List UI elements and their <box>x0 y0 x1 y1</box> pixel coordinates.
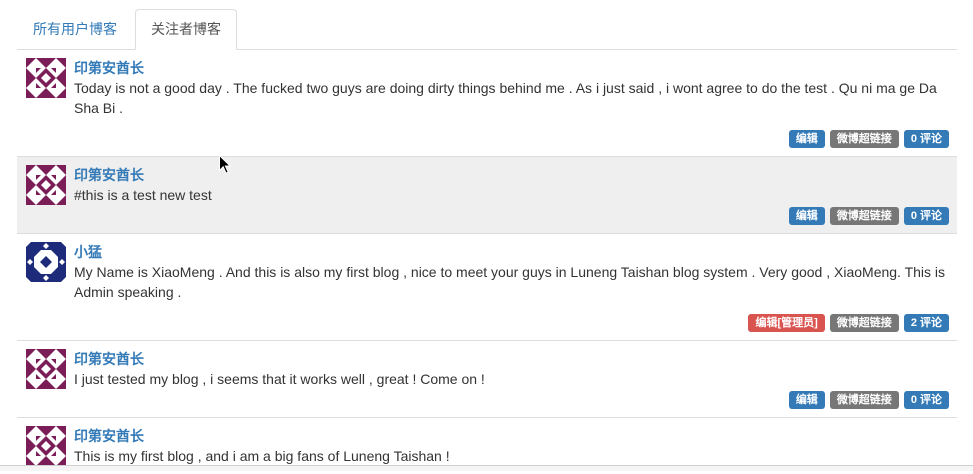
post-body: 印第安酋长 Today is not a good day . The fuck… <box>74 58 949 128</box>
blog-post: 小猛 My Name is XiaoMeng . And this is als… <box>17 233 957 340</box>
post-text: I just tested my blog , i seems that it … <box>74 371 485 387</box>
identicon-maroon-avatar <box>26 165 66 205</box>
post-body: 小猛 My Name is XiaoMeng . And this is als… <box>74 242 949 312</box>
edit-button[interactable]: 编辑 <box>788 391 825 409</box>
post-actions: 编辑 微博超链接 0 评论 <box>26 130 949 148</box>
post-media: 小猛 My Name is XiaoMeng . And this is als… <box>26 242 949 312</box>
post-text: Today is not a good day . The fucked two… <box>74 80 937 116</box>
post-media: 印第安酋长 #this is a test new test <box>26 165 949 205</box>
identicon-maroon-avatar <box>26 349 66 389</box>
arrow-cursor-icon <box>219 155 231 174</box>
post-actions: 编辑[管理员] 微博超链接 2 评论 <box>26 314 949 332</box>
edit-button[interactable]: 编辑 <box>788 130 825 148</box>
weibo-link-button[interactable]: 微博超链接 <box>829 130 899 148</box>
weibo-link-button[interactable]: 微博超链接 <box>829 314 899 332</box>
post-body: 印第安酋长 #this is a test new test <box>74 165 949 205</box>
blog-post: 印第安酋长 I just tested my blog , i seems th… <box>17 340 957 417</box>
post-body: 印第安酋长 I just tested my blog , i seems th… <box>74 349 949 389</box>
post-text: My Name is XiaoMeng . And this is also m… <box>74 264 946 300</box>
comments-button[interactable]: 0 评论 <box>903 130 949 148</box>
blog-post: 印第安酋长 Today is not a good day . The fuck… <box>17 50 957 156</box>
blog-tabs: 所有用户博客 关注者博客 <box>17 0 957 50</box>
bottom-bar <box>0 465 973 471</box>
post-actions: 编辑 微博超链接 0 评论 <box>26 207 949 225</box>
identicon-navy-avatar <box>26 242 66 282</box>
post-media: 印第安酋长 I just tested my blog , i seems th… <box>26 349 949 389</box>
post-media: 印第安酋长 This is my first blog , and i am a… <box>26 426 949 466</box>
post-text: This is my first blog , and i am a big f… <box>74 448 450 464</box>
edit-button[interactable]: 编辑 <box>788 207 825 225</box>
tab-followed-blogs[interactable]: 关注者博客 <box>135 9 237 50</box>
comments-button[interactable]: 2 评论 <box>903 314 949 332</box>
comments-button[interactable]: 0 评论 <box>903 207 949 225</box>
author-name-link[interactable]: 印第安酋长 <box>74 426 949 446</box>
identicon-maroon-avatar <box>26 58 66 98</box>
weibo-link-button[interactable]: 微博超链接 <box>829 207 899 225</box>
tab-all-users-blogs[interactable]: 所有用户博客 <box>17 9 133 50</box>
post-actions: 编辑 微博超链接 0 评论 <box>26 391 949 409</box>
blog-post: 印第安酋长 #this is a test new test 编辑 微博超链接 … <box>17 156 957 233</box>
weibo-link-button[interactable]: 微博超链接 <box>829 391 899 409</box>
post-body: 印第安酋长 This is my first blog , and i am a… <box>74 426 949 466</box>
author-name-link[interactable]: 印第安酋长 <box>74 165 949 185</box>
blog-panel: 所有用户博客 关注者博客 印第安酋长 Today is not a good d… <box>17 0 957 474</box>
author-name-link[interactable]: 印第安酋长 <box>74 58 949 78</box>
post-media: 印第安酋长 Today is not a good day . The fuck… <box>26 58 949 128</box>
edit-admin-button[interactable]: 编辑[管理员] <box>748 314 825 332</box>
author-name-link[interactable]: 印第安酋长 <box>74 349 949 369</box>
comments-button[interactable]: 0 评论 <box>903 391 949 409</box>
author-name-link[interactable]: 小猛 <box>74 242 949 262</box>
identicon-maroon-avatar <box>26 426 66 466</box>
post-text: #this is a test new test <box>74 187 212 203</box>
